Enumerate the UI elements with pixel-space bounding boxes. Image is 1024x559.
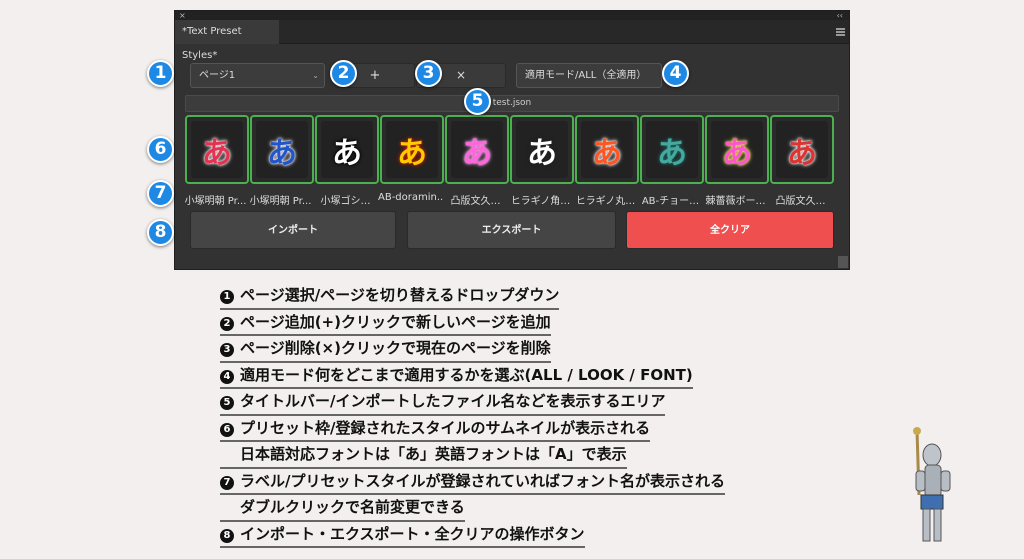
- annotation-item: 日本語対応フォントは「あ」英語フォントは「A」で表示: [220, 442, 627, 469]
- chevron-down-icon: ⌄: [312, 71, 319, 80]
- preset-label[interactable]: 凸版文久…: [768, 192, 833, 207]
- preset-thumbnail: あ: [191, 121, 243, 178]
- preset-label[interactable]: 棘薔薇ボー…: [703, 192, 768, 207]
- close-panel-icon[interactable]: ×: [179, 11, 186, 20]
- preset-thumbnail: あ: [451, 121, 503, 178]
- preset-thumbnail: あ: [711, 121, 763, 178]
- number-badge: 2: [220, 316, 234, 331]
- annotation-item: 6 プリセット枠/登録されたスタイルのサムネイルが表示される: [220, 416, 651, 442]
- page-select-value: ページ1: [199, 70, 236, 81]
- preset-label[interactable]: 小塚明朝 Pr...: [248, 192, 313, 207]
- preset-label[interactable]: 小塚ゴシ…: [313, 192, 378, 207]
- panel-menu-icon[interactable]: [836, 28, 845, 36]
- number-badge: 8: [220, 528, 234, 543]
- filename-bar: test.json: [185, 95, 839, 112]
- preset-label[interactable]: 凸版文久…: [443, 192, 508, 207]
- preset-slot[interactable]: あ: [445, 115, 509, 184]
- annotation-item: 2 ページ追加(+)クリックで新しいページを追加: [220, 310, 551, 336]
- text-preset-styles-panel: × ‹‹ *Text Preset Styles* ページ1 ⌄ + × 適用モ…: [174, 10, 850, 270]
- annotation-text: ページ削除(×)クリックで現在のページを削除: [240, 339, 551, 357]
- annotation-text: ラベル/プリセットスタイルが登録されていればフォント名が表示される: [240, 471, 726, 490]
- annotation-text: ページ追加(+)クリックで新しいページを追加: [240, 312, 551, 331]
- callout-4: 4: [662, 60, 689, 87]
- annotation-item: 3 ページ削除(×)クリックで現在のページを削除: [220, 336, 551, 363]
- preset-thumbnail: あ: [776, 121, 828, 178]
- panel-topbar: × ‹‹: [175, 11, 849, 20]
- collapse-panel-icon[interactable]: ‹‹: [837, 11, 843, 20]
- preset-thumbnail: あ: [386, 121, 438, 178]
- apply-mode-dropdown[interactable]: 適用モード/ALL（全適用）: [516, 63, 662, 88]
- annotation-item: ダブルクリックで名前変更できる: [220, 495, 465, 522]
- preset-label[interactable]: ヒラギノ角…: [508, 192, 573, 207]
- callout-3: 3: [415, 60, 442, 87]
- tab-text-preset-styles[interactable]: *Text Preset Styles*: [175, 20, 279, 61]
- annotation-item: 8 インポート・エクスポート・全クリアの操作ボタン: [220, 522, 585, 548]
- preset-thumbnail: あ: [581, 121, 633, 178]
- apply-mode-value: 適用モード/ALL（全適用）: [525, 70, 647, 81]
- annotation-item: 1 ページ選択/ページを切り替えるドロップダウン: [220, 283, 560, 310]
- annotation-text: ダブルクリックで名前変更できる: [240, 498, 465, 516]
- preset-slot[interactable]: あ: [250, 115, 314, 184]
- resize-handle[interactable]: [838, 256, 848, 268]
- preset-thumbnail: あ: [646, 121, 698, 178]
- preset-label[interactable]: AB-doramin...: [378, 192, 443, 207]
- annotation-text: 適用モード何をどこまで適用するかを選ぶ(ALL / LOOK / FONT): [240, 365, 693, 384]
- preset-slot[interactable]: あ: [770, 115, 834, 184]
- callout-8: 8: [147, 219, 174, 246]
- annotation-item: 7 ラベル/プリセットスタイルが登録されていればフォント名が表示される: [220, 469, 726, 495]
- knight-illustration: [913, 427, 951, 542]
- preset-slot[interactable]: あ: [185, 115, 249, 184]
- page-select-dropdown[interactable]: ページ1 ⌄: [190, 63, 325, 88]
- clear-all-button[interactable]: 全クリア: [626, 211, 834, 249]
- number-badge: 5: [220, 396, 234, 410]
- preset-thumbnail: あ: [516, 121, 568, 178]
- annotation-item: 5 タイトルバー/インポートしたファイル名などを表示するエリア: [220, 389, 666, 416]
- callout-1: 1: [147, 60, 174, 87]
- preset-label[interactable]: AB-チョー…: [638, 192, 703, 207]
- preset-grid: ああああああああああ: [185, 115, 834, 184]
- annotation-list: 1 ページ選択/ページを切り替えるドロップダウン 2 ページ追加(+)クリックで新しい…: [220, 283, 726, 548]
- callout-6: 6: [147, 136, 174, 163]
- preset-thumbnail: あ: [321, 121, 373, 178]
- annotation-text: ページ選択/ページを切り替えるドロップダウン: [240, 286, 560, 304]
- number-badge: 3: [220, 343, 234, 357]
- callout-5: 5: [464, 88, 491, 115]
- annotation-text: プリセット枠/登録されたスタイルのサムネイルが表示される: [240, 418, 651, 437]
- preset-slot[interactable]: あ: [640, 115, 704, 184]
- number-badge: 6: [220, 422, 234, 437]
- number-badge: 1: [220, 290, 234, 304]
- preset-thumbnail: あ: [256, 121, 308, 178]
- preset-slot[interactable]: あ: [510, 115, 574, 184]
- annotation-text: 日本語対応フォントは「あ」英語フォントは「A」で表示: [240, 445, 627, 463]
- preset-slot[interactable]: あ: [575, 115, 639, 184]
- number-badge: 7: [220, 475, 234, 490]
- callout-2: 2: [330, 60, 357, 87]
- export-button[interactable]: エクスポート: [407, 211, 616, 249]
- annotation-text: タイトルバー/インポートしたファイル名などを表示するエリア: [240, 392, 666, 410]
- preset-labels: 小塚明朝 Pr... 小塚明朝 Pr... 小塚ゴシ… AB-doramin... 凸版…: [183, 192, 833, 207]
- preset-label[interactable]: ヒラギノ丸…: [573, 192, 638, 207]
- callout-7: 7: [147, 180, 174, 207]
- preset-slot[interactable]: あ: [380, 115, 444, 184]
- preset-slot[interactable]: あ: [315, 115, 379, 184]
- preset-label[interactable]: 小塚明朝 Pr...: [183, 192, 248, 207]
- import-button[interactable]: インポート: [190, 211, 396, 249]
- annotation-text: インポート・エクスポート・全クリアの操作ボタン: [240, 524, 585, 543]
- annotation-item: 4 適用モード何をどこまで適用するかを選ぶ(ALL / LOOK / FONT): [220, 363, 693, 389]
- tab-row: *Text Preset Styles*: [175, 20, 849, 61]
- number-badge: 4: [220, 369, 234, 384]
- preset-slot[interactable]: あ: [705, 115, 769, 184]
